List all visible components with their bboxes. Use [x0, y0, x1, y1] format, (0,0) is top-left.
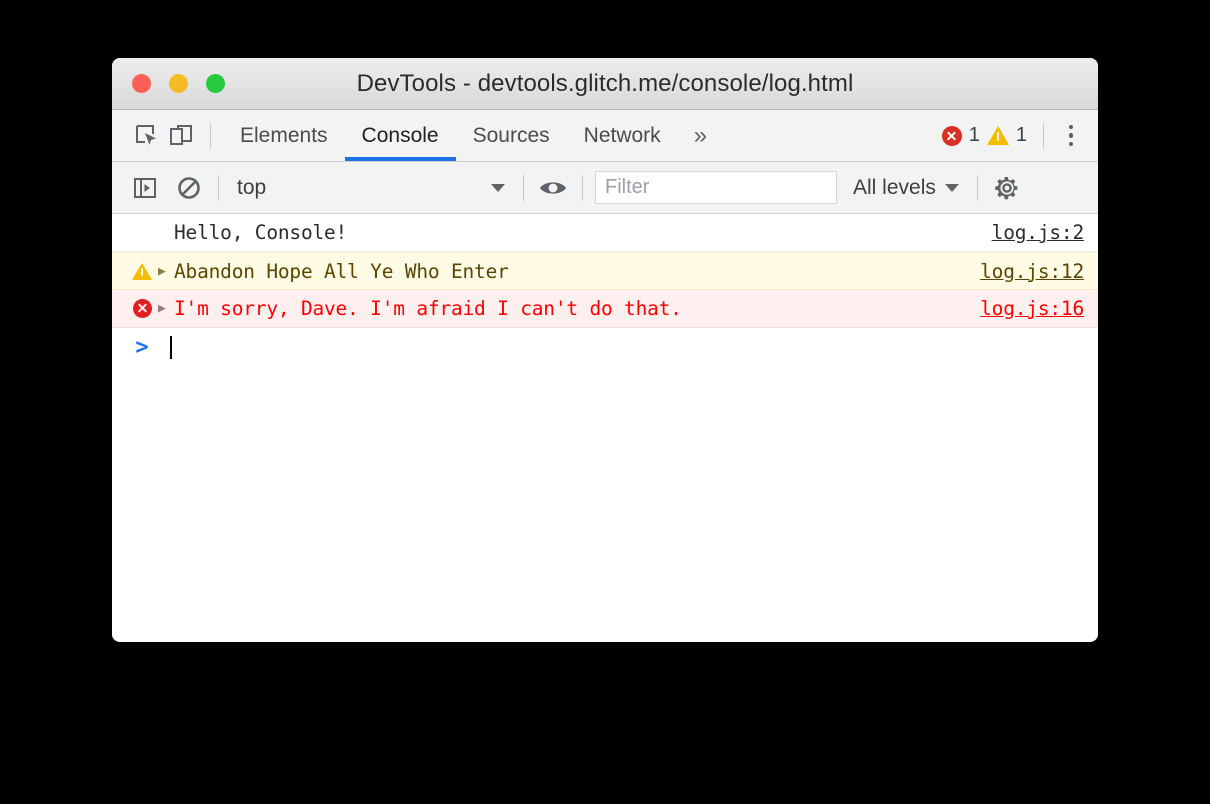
prompt-chevron-icon: > [135, 334, 149, 360]
console-toolbar-divider-4 [976, 174, 978, 201]
clear-console-button[interactable] [172, 171, 206, 205]
devtools-tabbar: Elements Console Sources Network » 1 1 [112, 110, 1098, 162]
console-sidebar-toggle-icon [132, 175, 158, 201]
prompt-text-caret [170, 335, 172, 359]
tabbar-divider-2 [1043, 122, 1044, 149]
console-message-source-link[interactable]: log.js:12 [968, 260, 1084, 283]
console-prompt[interactable]: > [112, 328, 1098, 366]
error-circle-icon [132, 299, 152, 318]
create-live-expression-button[interactable] [536, 171, 570, 205]
tab-network[interactable]: Network [567, 110, 678, 161]
execution-context-selector[interactable]: top [231, 172, 511, 204]
tab-sources[interactable]: Sources [456, 110, 567, 161]
message-expand-triangle-icon[interactable]: ▶ [158, 265, 174, 278]
clear-console-icon [176, 175, 202, 201]
device-toolbar-icon [167, 122, 195, 150]
console-toolbar-divider-1 [218, 174, 219, 201]
tab-console[interactable]: Console [344, 110, 456, 161]
chevron-down-icon [944, 183, 959, 192]
inspect-cursor-icon [133, 122, 161, 150]
message-level-icon-slot [126, 262, 158, 280]
window-titlebar: DevTools - devtools.glitch.me/console/lo… [112, 58, 1098, 110]
warning-triangle-icon [132, 262, 152, 280]
console-message-list[interactable]: Hello, Console! log.js:2 ▶ Abandon Hope … [112, 214, 1098, 641]
kebab-dot-1 [1068, 124, 1074, 130]
tabbar-divider [210, 122, 211, 149]
log-level-selector[interactable]: All levels [853, 176, 959, 200]
kebab-dot-2 [1068, 133, 1074, 138]
inspect-element-button[interactable] [130, 119, 164, 153]
message-level-icon-slot [126, 299, 158, 318]
console-toolbar-divider-3 [582, 174, 583, 201]
gear-icon [993, 174, 1021, 202]
console-settings-button[interactable] [990, 171, 1024, 205]
kebab-dot-3 [1068, 141, 1074, 147]
warning-triangle-icon [986, 126, 1009, 145]
devtools-window: DevTools - devtools.glitch.me/console/lo… [112, 58, 1098, 642]
console-message-text: Abandon Hope All Ye Who Enter [174, 259, 509, 283]
tab-elements[interactable]: Elements [223, 110, 345, 161]
console-message-error[interactable]: ▶ I'm sorry, Dave. I'm afraid I can't do… [112, 290, 1098, 328]
console-toolbar: top All levels [112, 162, 1098, 214]
main-menu-button[interactable] [1056, 121, 1086, 151]
execution-context-value: top [237, 175, 267, 199]
live-expression-eye-icon [538, 176, 568, 200]
window-title: DevTools - devtools.glitch.me/console/lo… [356, 69, 854, 97]
warning-count: 1 [1015, 124, 1027, 146]
log-level-value: All levels [853, 175, 936, 199]
console-message-text: Hello, Console! [174, 221, 348, 244]
toggle-device-toolbar-button[interactable] [164, 119, 198, 153]
console-message-warning[interactable]: ▶ Abandon Hope All Ye Who Enter log.js:1… [112, 252, 1098, 290]
console-toolbar-divider-2 [523, 174, 524, 201]
traffic-light-group [132, 74, 225, 93]
error-circle-icon [941, 125, 962, 146]
console-message-source-link[interactable]: log.js:2 [980, 221, 1085, 244]
console-message-source-link[interactable]: log.js:16 [968, 297, 1084, 320]
zoom-window-button[interactable] [206, 74, 225, 93]
console-sidebar-toggle-button[interactable] [128, 171, 162, 205]
console-message-log[interactable]: Hello, Console! log.js:2 [112, 214, 1098, 252]
error-count: 1 [968, 124, 980, 146]
console-message-text: I'm sorry, Dave. I'm afraid I can't do t… [174, 297, 682, 320]
issue-counters[interactable]: 1 1 [941, 124, 1027, 147]
filter-input[interactable] [595, 171, 837, 204]
minimize-window-button[interactable] [169, 74, 188, 93]
chevron-down-icon [491, 183, 505, 192]
close-window-button[interactable] [132, 74, 151, 93]
more-tabs-chevron-icon[interactable]: » [678, 123, 723, 148]
message-expand-triangle-icon[interactable]: ▶ [158, 302, 174, 315]
